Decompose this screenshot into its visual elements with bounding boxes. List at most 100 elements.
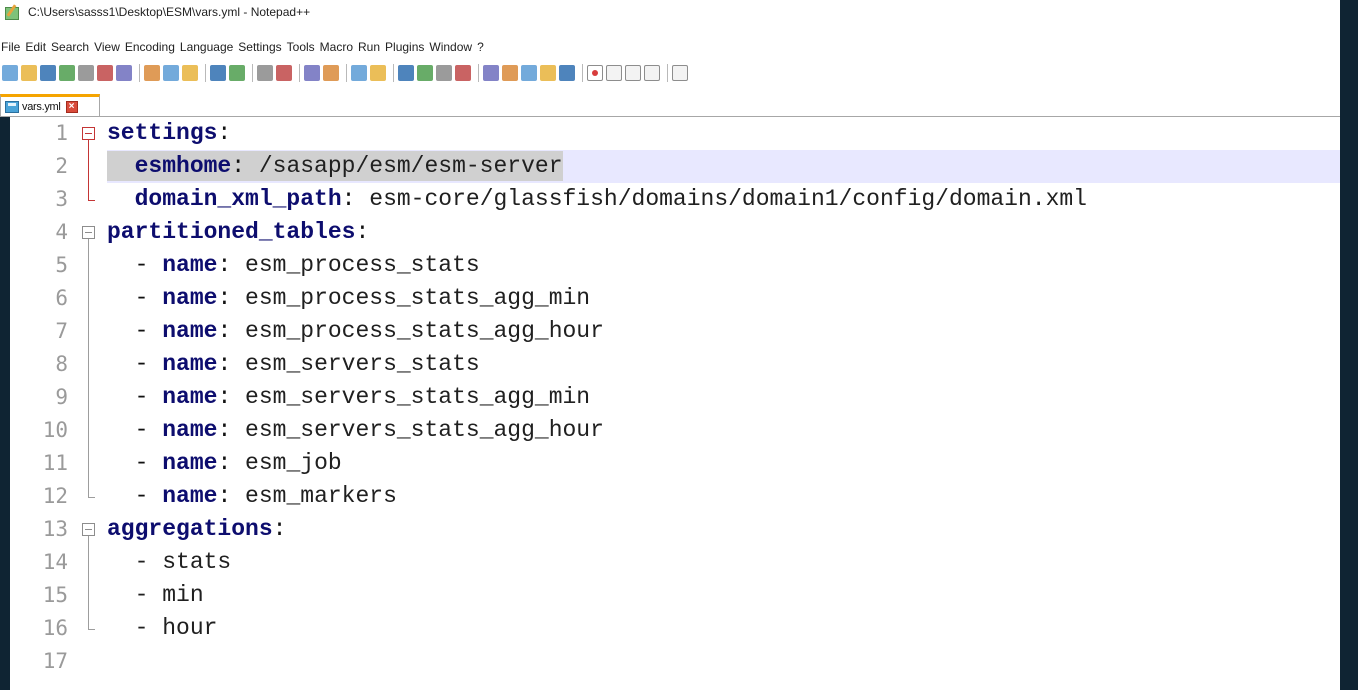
fold-toggle-icon[interactable] (82, 127, 95, 140)
yaml-value: esm_process_stats_agg_min (231, 285, 591, 311)
yaml-key: name (162, 384, 218, 410)
menu-help[interactable]: ? (477, 40, 484, 54)
monitor-icon[interactable] (540, 65, 556, 81)
code-line[interactable]: - name: esm_markers (107, 480, 397, 513)
fold-toggle-icon[interactable] (82, 226, 95, 239)
window-title: C:\Users\sasss1\Desktop\ESM\vars.yml - N… (28, 5, 311, 19)
code-line[interactable]: - name: esm_servers_stats_agg_min (107, 381, 591, 414)
code-line[interactable]: - name: esm_process_stats_agg_min (107, 282, 591, 315)
menu-view[interactable]: View (94, 40, 120, 54)
menu-encoding[interactable]: Encoding (125, 40, 175, 54)
code-area[interactable]: settings: esmhome: /sasapp/esm/esm-serve… (107, 117, 1340, 690)
line-number: 8 (55, 352, 68, 376)
menu-run[interactable]: Run (358, 40, 380, 54)
zoom-out-icon[interactable] (323, 65, 339, 81)
folder-workspace-icon[interactable] (521, 65, 537, 81)
code-line[interactable]: - name: esm_job (107, 447, 342, 480)
function-list-icon[interactable] (502, 65, 518, 81)
sync-vertical-icon[interactable] (351, 65, 367, 81)
menu-macro[interactable]: Macro (320, 40, 353, 54)
udl-icon[interactable] (455, 65, 471, 81)
yaml-separator: : (217, 417, 232, 443)
find-icon[interactable] (257, 65, 273, 81)
code-line[interactable]: settings: (107, 117, 231, 150)
yaml-key: name (162, 351, 218, 377)
record-macro-icon[interactable] (587, 65, 603, 81)
menu-plugins[interactable]: Plugins (385, 40, 424, 54)
copy-icon[interactable] (163, 65, 179, 81)
title-bar[interactable]: C:\Users\sasss1\Desktop\ESM\vars.yml - N… (0, 0, 1340, 24)
indent-prefix: - (107, 252, 163, 278)
yaml-value: esm_process_stats_agg_hour (231, 318, 604, 344)
zoom-in-icon[interactable] (304, 65, 320, 81)
toolbar-separator (393, 64, 394, 82)
menu-window[interactable]: Window (429, 40, 472, 54)
indent-prefix (107, 153, 135, 179)
code-line[interactable]: - stats (107, 546, 232, 579)
yaml-key: name (162, 450, 218, 476)
menu-edit[interactable]: Edit (25, 40, 46, 54)
close-all-icon[interactable] (97, 65, 113, 81)
code-line[interactable]: domain_xml_path: esm-core/glassfish/doma… (107, 183, 1087, 216)
new-file-icon[interactable] (2, 65, 18, 81)
menu-language[interactable]: Language (180, 40, 233, 54)
code-line[interactable]: - name: esm_servers_stats (107, 348, 480, 381)
editor[interactable]: 1 2 3 4 5 6 7 8 9 10 11 12 13 14 15 16 17 settings: esmh… (0, 117, 1340, 690)
menu-settings[interactable]: Settings (238, 40, 281, 54)
undo-icon[interactable] (210, 65, 226, 81)
redo-icon[interactable] (229, 65, 245, 81)
eye-icon[interactable] (559, 65, 575, 81)
code-line[interactable]: - name: esm_process_stats_agg_hour (107, 315, 604, 348)
line-number: 16 (42, 616, 68, 640)
save-all-icon[interactable] (59, 65, 75, 81)
indent-guide-icon[interactable] (436, 65, 452, 81)
doc-map-icon[interactable] (483, 65, 499, 81)
line-number: 9 (55, 385, 68, 409)
code-line[interactable]: aggregations: (107, 513, 286, 546)
indent-prefix (107, 186, 135, 212)
show-all-chars-icon[interactable] (417, 65, 433, 81)
code-line[interactable]: partitioned_tables: (107, 216, 369, 249)
save-icon[interactable] (40, 65, 56, 81)
yaml-separator: : (217, 252, 232, 278)
menu-search[interactable]: Search (51, 40, 89, 54)
paste-icon[interactable] (182, 65, 198, 81)
yaml-separator: : (231, 153, 246, 179)
save-macro-icon[interactable] (672, 65, 688, 81)
yaml-separator: : (217, 384, 232, 410)
menu-file[interactable]: File (1, 40, 20, 54)
fold-margin[interactable] (82, 117, 102, 690)
stop-macro-icon[interactable] (606, 65, 622, 81)
code-line[interactable]: esmhome: /sasapp/esm/esm-server (107, 150, 563, 183)
line-number: 12 (42, 484, 68, 508)
sync-horizontal-icon[interactable] (370, 65, 386, 81)
code-line[interactable]: - name: esm_process_stats (107, 249, 480, 282)
code-line[interactable]: - hour (107, 612, 218, 645)
tab-bar: vars.yml × (0, 94, 1340, 117)
word-wrap-icon[interactable] (398, 65, 414, 81)
yaml-value: esm_servers_stats_agg_hour (231, 417, 604, 443)
play-macro-icon[interactable] (625, 65, 641, 81)
tab-vars-yml[interactable]: vars.yml × (0, 94, 100, 116)
print-icon[interactable] (116, 65, 132, 81)
code-line[interactable]: - name: esm_servers_stats_agg_hour (107, 414, 604, 447)
cut-icon[interactable] (144, 65, 160, 81)
run-macro-multiple-icon[interactable] (644, 65, 660, 81)
notepadpp-app-icon (4, 4, 20, 20)
fold-end-marker (88, 629, 95, 630)
yaml-value: /sasapp/esm/esm-server (245, 153, 563, 179)
menu-tools[interactable]: Tools (287, 40, 315, 54)
open-file-icon[interactable] (21, 65, 37, 81)
close-tab-icon[interactable]: × (65, 100, 78, 113)
code-line[interactable]: - min (107, 579, 204, 612)
fold-toggle-icon[interactable] (82, 523, 95, 536)
close-icon[interactable] (78, 65, 94, 81)
toolbar-separator (205, 64, 206, 82)
toolbar-separator (667, 64, 668, 82)
toolbar-separator (582, 64, 583, 82)
replace-icon[interactable] (276, 65, 292, 81)
line-number: 6 (55, 286, 68, 310)
fold-end-marker (88, 497, 95, 498)
yaml-key: aggregations (107, 516, 273, 542)
fold-line (88, 140, 89, 200)
